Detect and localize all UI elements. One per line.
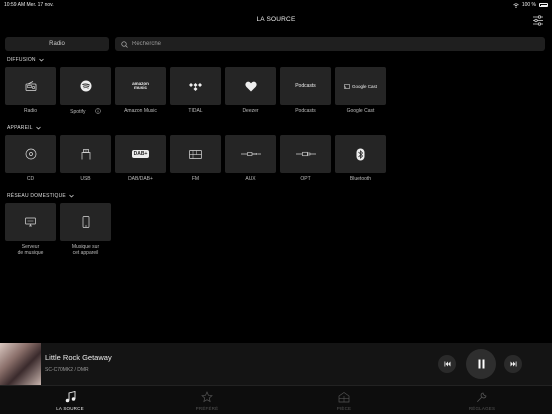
source-tile-music-server[interactable]: Serveur de musique xyxy=(5,203,56,256)
source-tile-tidal[interactable]: TIDAL xyxy=(170,67,221,114)
source-tile-deezer[interactable]: Deezer xyxy=(225,67,276,114)
source-tile-radio[interactable]: Radio xyxy=(5,67,56,114)
aux-cable-icon xyxy=(240,152,261,156)
tab-reglages[interactable]: RÉGLAGES xyxy=(452,389,512,411)
radio-button[interactable]: Radio xyxy=(5,37,109,51)
device-name: SC-C70MK2 / DMR xyxy=(45,367,89,373)
deezer-heart-icon xyxy=(244,81,257,91)
chevron-down-icon xyxy=(69,194,74,198)
source-label-radio: Radio xyxy=(23,108,38,114)
section-appareil-label: APPAREIL xyxy=(7,125,33,131)
podcasts-logo: Podcasts xyxy=(295,83,316,89)
source-tile-aux[interactable]: AUX xyxy=(225,135,276,182)
source-tile-bluetooth[interactable]: Bluetooth xyxy=(335,135,386,182)
skip-previous-icon xyxy=(444,361,450,367)
bluetooth-icon xyxy=(356,148,365,160)
source-tile-opt[interactable]: OPT xyxy=(280,135,331,182)
radio-icon xyxy=(25,81,36,91)
tab-label-prefere: PRÉFÉRÉ xyxy=(195,406,219,411)
source-label-fm: FM xyxy=(191,176,200,182)
next-button[interactable] xyxy=(504,355,522,373)
spotify-icon xyxy=(80,80,91,92)
optical-cable-icon xyxy=(295,151,316,157)
local-music-label-line2: cet appareil xyxy=(72,250,99,256)
tab-label-piece: PIÈCE xyxy=(336,406,352,411)
status-time-date: 10:59 AM Mer. 17 nov. xyxy=(4,2,54,8)
status-bar: 10:59 AM Mer. 17 nov. 100 % xyxy=(0,0,552,9)
tab-piece[interactable]: PIÈCE xyxy=(314,389,374,411)
tab-la-source[interactable]: LA SOURCE xyxy=(40,389,100,411)
source-label-music-server: Serveur de musique xyxy=(5,244,56,256)
google-cast-logo: Google Cast xyxy=(344,84,377,89)
fm-icon xyxy=(189,149,202,159)
source-tile-google-cast[interactable]: Google Cast Google Cast xyxy=(335,67,386,114)
source-label-bluetooth: Bluetooth xyxy=(349,176,372,182)
section-reseau-header[interactable]: RÉSEAU DOMESTIQUE xyxy=(7,193,74,199)
google-cast-logo-text: Google Cast xyxy=(351,83,377,89)
cast-icon xyxy=(344,83,350,89)
tab-label-la-source: LA SOURCE xyxy=(56,406,84,411)
info-icon[interactable] xyxy=(95,108,101,114)
section-diffusion-header[interactable]: DIFFUSION xyxy=(7,57,44,63)
mini-player[interactable]: Little Rock Getaway SC-C70MK2 / DMR xyxy=(0,343,552,385)
section-appareil-header[interactable]: APPAREIL xyxy=(7,125,41,131)
album-art[interactable] xyxy=(0,343,41,385)
cd-icon xyxy=(25,148,36,160)
search-input[interactable] xyxy=(132,41,532,47)
source-label-podcasts: Podcasts xyxy=(295,108,316,114)
room-icon xyxy=(338,392,350,403)
source-label-opt: OPT xyxy=(300,176,311,182)
music-server-label-line2: de musique xyxy=(17,250,44,256)
phone-icon xyxy=(82,216,89,228)
wrench-icon xyxy=(477,392,487,402)
tidal-icon xyxy=(189,82,202,91)
pause-icon xyxy=(478,359,484,369)
section-diffusion-label: DIFFUSION xyxy=(7,57,36,63)
page-title: LA SOURCE xyxy=(256,16,296,23)
source-label-dab: DAB/DAB+ xyxy=(128,176,153,182)
search-bar[interactable] xyxy=(115,37,545,51)
music-server-icon xyxy=(25,217,36,227)
tab-bar: LA SOURCE PRÉFÉRÉ PIÈCE RÉGLAGES xyxy=(0,385,552,414)
previous-button[interactable] xyxy=(438,355,456,373)
music-note-icon xyxy=(65,391,75,403)
source-label-local-music: Musique sur cet appareil xyxy=(60,244,111,256)
source-label-deezer: Deezer xyxy=(242,108,259,114)
usb-icon xyxy=(81,148,90,159)
source-label-spotify: Spotify xyxy=(70,109,86,115)
battery-icon xyxy=(539,3,548,7)
source-tile-dab[interactable]: DAB+ DAB/DAB+ xyxy=(115,135,166,182)
source-label-tidal: TIDAL xyxy=(188,108,203,114)
section-reseau-label: RÉSEAU DOMESTIQUE xyxy=(7,193,66,199)
source-label-google-cast: Google Cast xyxy=(346,108,375,114)
source-tile-amazon-music[interactable]: amazon music Amazon Music xyxy=(115,67,166,114)
chevron-down-icon xyxy=(35,126,41,130)
source-tile-usb[interactable]: USB xyxy=(60,135,111,182)
tab-label-reglages: RÉGLAGES xyxy=(468,406,496,411)
amazon-music-logo: amazon music xyxy=(132,80,149,90)
search-icon xyxy=(121,40,128,48)
skip-next-icon xyxy=(510,361,516,367)
source-tile-podcasts[interactable]: Podcasts Podcasts xyxy=(280,67,331,114)
filter-sliders-icon[interactable] xyxy=(532,15,544,26)
dab-icon: DAB+ xyxy=(131,150,150,158)
play-pause-button[interactable] xyxy=(466,349,496,379)
battery-percent: 100 % xyxy=(521,2,536,8)
star-icon xyxy=(201,391,213,403)
source-label-aux: AUX xyxy=(245,176,256,182)
source-tile-cd[interactable]: CD xyxy=(5,135,56,182)
top-bar: LA SOURCE xyxy=(0,9,552,34)
chevron-down-icon xyxy=(39,58,44,62)
source-label-cd: CD xyxy=(26,176,35,182)
source-tile-spotify[interactable]: Spotify xyxy=(60,67,111,115)
source-tile-fm[interactable]: FM xyxy=(170,135,221,182)
source-label-usb: USB xyxy=(80,176,91,182)
track-title: Little Rock Getaway xyxy=(45,353,112,362)
wifi-icon xyxy=(513,2,519,8)
source-tile-local-music[interactable]: Musique sur cet appareil xyxy=(60,203,111,256)
tab-prefere[interactable]: PRÉFÉRÉ xyxy=(177,389,237,411)
source-label-amazon-music: Amazon Music xyxy=(124,108,157,114)
